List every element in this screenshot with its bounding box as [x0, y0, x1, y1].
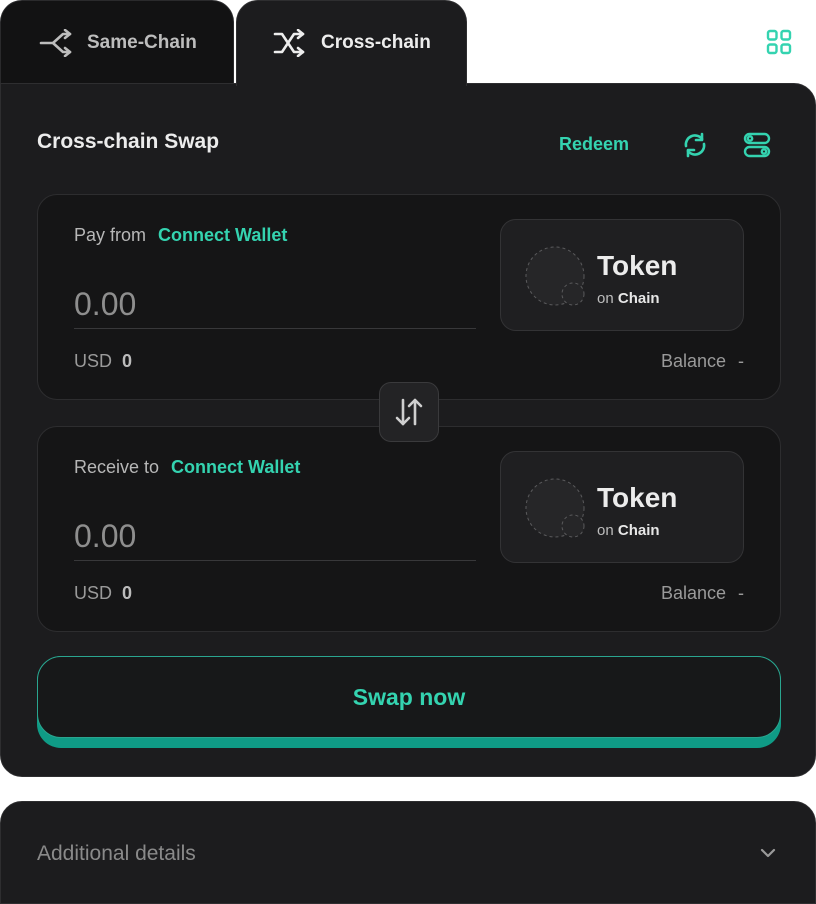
tab-cross-chain[interactable]: Cross-chain: [236, 0, 467, 86]
pay-label: Pay from: [74, 225, 147, 245]
token-on-label: on: [597, 290, 614, 307]
usd-amount: 0: [122, 351, 133, 371]
tab-label: Same-Chain: [87, 32, 197, 53]
balance-value: -: [738, 351, 744, 371]
pay-amount-input[interactable]: [74, 279, 476, 329]
token-chain-name: Chain: [617, 522, 660, 539]
receive-panel: Receive to Connect Wallet USD0 Balance- …: [37, 426, 781, 632]
settings-toggle-icon[interactable]: [743, 131, 771, 159]
balance: Balance -: [661, 351, 744, 372]
redeem-button[interactable]: Redeem: [559, 134, 629, 155]
token-select-button[interactable]: Token on Chain: [500, 451, 744, 563]
token-name: Token: [597, 250, 678, 281]
balance-value: -: [738, 583, 744, 603]
token-on-label: on: [597, 522, 614, 539]
split-arrows-icon: [39, 29, 75, 57]
token-chain: on Chain: [597, 290, 660, 307]
token-placeholder-icon: [525, 246, 585, 306]
usd-value: USD 0: [74, 583, 132, 604]
swap-now-button[interactable]: Swap now: [37, 656, 781, 748]
card-title: Cross-chain Swap: [37, 130, 220, 153]
pay-panel: Pay from Connect Wallet USD 0 Balance- To…: [37, 194, 781, 400]
shuffle-icon: [273, 29, 309, 57]
token-chain-name: Chain: [617, 290, 660, 307]
swap-card: Cross-chain Swap Redeem Pay from Connect…: [0, 83, 816, 777]
balance-label: Balance: [660, 351, 726, 371]
usd-value: USD 0: [74, 351, 132, 372]
grid-icon[interactable]: [766, 29, 792, 55]
divider: [74, 328, 476, 329]
token-chain: on Chain: [597, 522, 660, 539]
divider: [74, 560, 476, 561]
usd-amount: 0: [122, 583, 133, 603]
balance: Balance -: [661, 583, 744, 604]
additional-details-label: Additional details: [37, 842, 196, 865]
token-name: Token: [597, 482, 678, 513]
swap-vertical-arrows-icon: [395, 398, 423, 426]
swap-direction-button[interactable]: [379, 382, 439, 442]
token-placeholder-icon: [525, 478, 585, 538]
tab-same-chain[interactable]: Same-Chain: [0, 0, 234, 84]
token-select-button[interactable]: Token on Chain: [500, 219, 744, 331]
swap-now-label: Swap now: [37, 656, 781, 738]
usd-label: USD: [74, 351, 113, 371]
additional-details-toggle[interactable]: Additional details: [0, 801, 816, 904]
tab-label: Cross-chain: [321, 32, 431, 53]
connect-wallet-link[interactable]: Connect Wallet: [158, 225, 287, 246]
receive-label: Receive to: [74, 457, 160, 477]
connect-wallet-link[interactable]: Connect Wallet: [171, 457, 300, 478]
usd-label: USD: [74, 583, 113, 603]
refresh-icon[interactable]: [681, 131, 709, 159]
chevron-down-icon: [760, 848, 776, 858]
receive-amount-input[interactable]: [74, 511, 476, 561]
balance-label: Balance: [660, 583, 726, 603]
